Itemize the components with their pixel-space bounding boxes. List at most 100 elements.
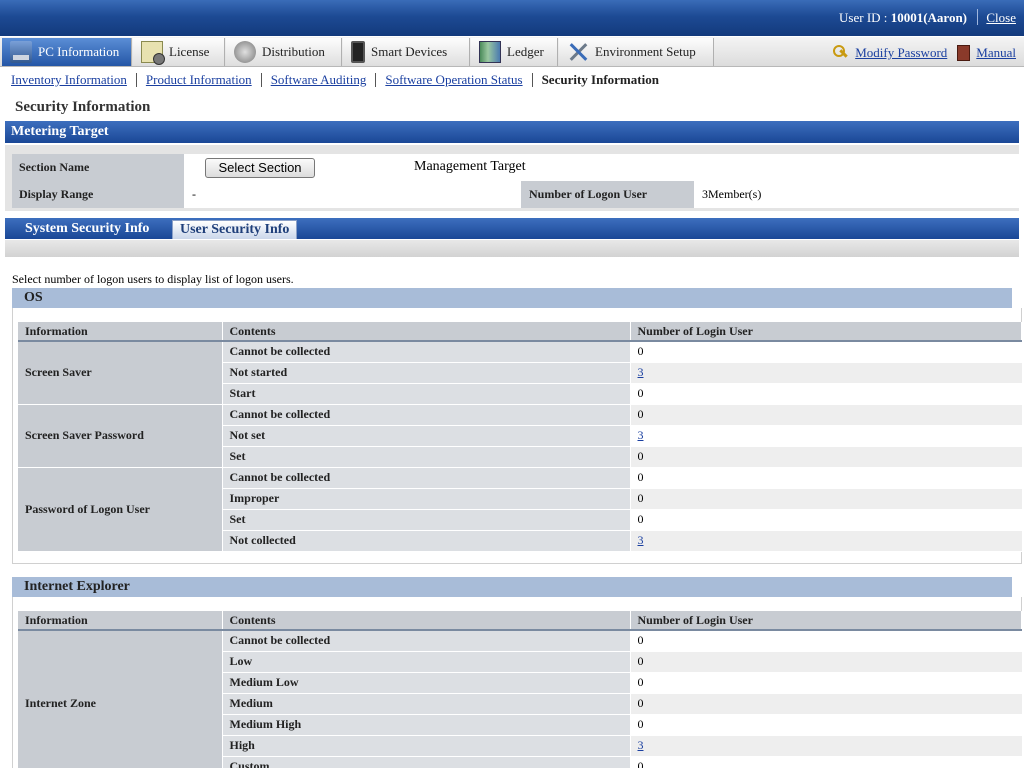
login-user-count-link[interactable]: 3 <box>638 365 644 379</box>
tab-label: Smart Devices <box>371 44 448 59</box>
os-table-body: Screen Saver Cannot be collected 0 Not star… <box>18 341 1022 552</box>
login-user-count-cell: 0 <box>630 756 1022 768</box>
tab-label: PC Information <box>38 44 120 59</box>
top-bar: User ID : 10001(Aaron) Close <box>0 0 1024 36</box>
tab-system-security-info[interactable]: System Security Info <box>18 218 156 239</box>
login-user-count-cell: 0 <box>630 467 1022 489</box>
tab-environment-setup[interactable]: Environment Setup <box>559 38 714 66</box>
contents-cell: Cannot be collected <box>222 341 631 363</box>
license-icon <box>141 41 165 65</box>
divider <box>531 73 533 87</box>
ledger-icon <box>479 41 501 63</box>
contents-cell: Not set <box>222 425 631 447</box>
tab-ledger[interactable]: Ledger <box>471 38 558 66</box>
login-user-count-cell: 3 <box>630 425 1022 447</box>
divider <box>260 73 262 87</box>
table-row: Internet Zone Cannot be collected 0 <box>18 630 1022 768</box>
contents-cell: Cannot be collected <box>222 630 631 652</box>
contents-cell: Not collected <box>222 530 631 552</box>
user-id: User ID : 10001(Aaron) <box>839 10 967 26</box>
smart-device-icon <box>351 41 365 63</box>
contents-cell: Medium <box>222 693 631 715</box>
login-user-count-cell: 0 <box>630 488 1022 510</box>
contents-cell: Not started <box>222 362 631 384</box>
ie-section-header: Internet Explorer <box>12 577 1012 597</box>
table-row: Screen Saver Password Cannot be collected… <box>18 404 1022 468</box>
login-user-count-cell: 0 <box>630 509 1022 531</box>
tab-license[interactable]: License <box>133 38 225 66</box>
environment-setup-icon <box>567 41 589 63</box>
main-tab-bar: PC Information License Distribution Smar… <box>0 37 1024 67</box>
manual-link[interactable]: Manual <box>976 45 1016 61</box>
column-contents: Contents <box>222 611 631 631</box>
close-link[interactable]: Close <box>986 10 1016 26</box>
login-user-count-cell: 3 <box>630 735 1022 757</box>
sub-navigation: Inventory Information Product Informatio… <box>11 72 659 88</box>
login-user-count-cell: 0 <box>630 404 1022 426</box>
subnav-software-auditing[interactable]: Software Auditing <box>271 72 367 88</box>
login-user-count-cell: 0 <box>630 341 1022 363</box>
login-user-count-cell: 0 <box>630 630 1022 652</box>
contents-cell: Custom <box>222 756 631 768</box>
page-title: Security Information <box>15 99 151 115</box>
user-id-label: User ID : <box>839 10 891 25</box>
subnav-security-information-current: Security Information <box>541 72 659 87</box>
display-range-label: Display Range <box>12 181 184 208</box>
column-information: Information <box>18 611 223 631</box>
contents-cell: Set <box>222 446 631 468</box>
select-section-button[interactable]: Select Section <box>205 158 315 178</box>
ie-table-body: Internet Zone Cannot be collected 0 Low 0 Med… <box>18 630 1022 768</box>
contents-cell: Cannot be collected <box>222 467 631 489</box>
tab-separator-bar <box>5 240 1019 257</box>
ie-table: Information Contents Number of Login Use… <box>18 611 1022 768</box>
column-contents: Contents <box>222 322 631 342</box>
pc-icon <box>10 41 32 63</box>
login-user-count-link[interactable]: 3 <box>638 428 644 442</box>
tab-smart-devices[interactable]: Smart Devices <box>343 38 470 66</box>
subnav-software-operation-status[interactable]: Software Operation Status <box>385 72 522 88</box>
tab-label: Distribution <box>262 44 325 59</box>
key-icon <box>833 45 849 61</box>
login-user-count-cell: 0 <box>630 714 1022 736</box>
login-user-count-link[interactable]: 3 <box>638 533 644 547</box>
management-target-text: Management Target <box>414 159 526 174</box>
user-id-value: 10001(Aaron) <box>890 10 967 25</box>
column-number-of-login-user: Number of Login User <box>630 611 1022 631</box>
information-group-cell: Password of Logon User <box>18 467 223 552</box>
contents-cell: High <box>222 735 631 757</box>
login-user-count-cell: 3 <box>630 362 1022 384</box>
login-user-count-cell: 0 <box>630 651 1022 673</box>
table-header-row: Information Contents Number of Login Use… <box>18 322 1022 342</box>
table-header-row: Information Contents Number of Login Use… <box>18 611 1022 631</box>
information-group-cell: Screen Saver Password <box>18 404 223 468</box>
table-row: Screen Saver Cannot be collected 0 <box>18 341 1022 405</box>
login-user-count-cell: 0 <box>630 693 1022 715</box>
tab-user-security-info[interactable]: User Security Info <box>172 220 298 239</box>
metering-target-panel: Section Name Select Section Management T… <box>5 145 1019 211</box>
contents-cell: Set <box>222 509 631 531</box>
distribution-icon <box>234 41 256 63</box>
metering-target-header: Metering Target <box>5 121 1019 143</box>
contents-cell: Cannot be collected <box>222 404 631 426</box>
contents-cell: Start <box>222 383 631 405</box>
tab-distribution[interactable]: Distribution <box>226 38 342 66</box>
information-group-cell: Screen Saver <box>18 341 223 405</box>
os-section-header: OS <box>12 288 1012 308</box>
subnav-product-information[interactable]: Product Information <box>146 72 252 88</box>
divider <box>375 73 377 87</box>
modify-password-link[interactable]: Modify Password <box>855 45 947 61</box>
login-user-count-cell: 0 <box>630 446 1022 468</box>
login-user-count-cell: 0 <box>630 383 1022 405</box>
table-row: Password of Logon User Cannot be collecte… <box>18 467 1022 552</box>
utility-links: Modify Password Manual <box>833 45 1016 61</box>
contents-cell: Low <box>222 651 631 673</box>
login-user-count-cell: 3 <box>630 530 1022 552</box>
subnav-inventory-information[interactable]: Inventory Information <box>11 72 127 88</box>
section-name-row: Section Name Select Section Management T… <box>12 154 1019 181</box>
tab-pc-information[interactable]: PC Information <box>2 38 132 66</box>
login-user-count-link[interactable]: 3 <box>638 738 644 752</box>
divider <box>135 73 137 87</box>
tab-label: License <box>169 44 210 59</box>
logon-user-label: Number of Logon User <box>521 181 694 208</box>
display-range-row: Display Range - Number of Logon User 3Me… <box>12 181 1019 208</box>
